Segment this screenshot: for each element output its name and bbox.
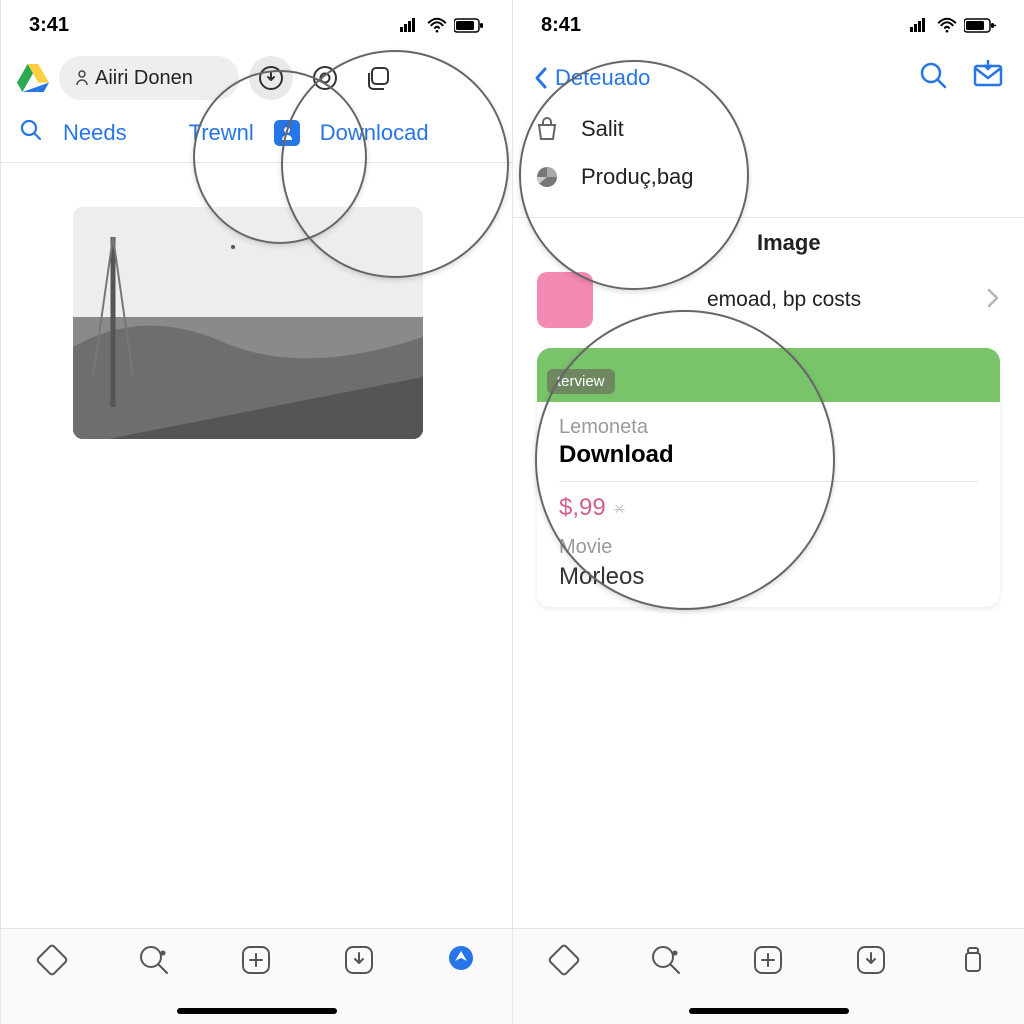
card-overline: Lemoneta [559, 416, 978, 439]
card-badge: terview [547, 369, 615, 394]
section-label: Image [733, 230, 1024, 256]
home-indicator [689, 1008, 849, 1014]
menu-label: Salit [581, 116, 624, 142]
person-mini-icon [75, 70, 89, 86]
download-circle-button[interactable] [249, 56, 293, 100]
back-button[interactable]: Deteuado [533, 65, 650, 91]
bottom-tab-bar [513, 928, 1024, 1024]
status-icons [400, 17, 484, 33]
cellular-signal-icon [910, 18, 930, 32]
row-text: emoad, bp costs [607, 288, 972, 312]
battery-icon [454, 18, 484, 33]
record-button[interactable] [303, 56, 347, 100]
nav-actions [918, 60, 1004, 95]
tab-home-icon[interactable] [547, 943, 581, 977]
image-thumbnail[interactable] [73, 207, 423, 439]
pie-chart-icon [533, 163, 561, 191]
card-title: Download [559, 441, 978, 469]
top-app-bar: Aiiri Donen [1, 50, 512, 110]
clock: 8:41 [541, 14, 581, 37]
tab-trewnl[interactable]: Trewnl [189, 120, 254, 146]
search-icon[interactable] [19, 118, 43, 148]
shopping-bag-icon [533, 115, 561, 143]
menu-item-salit[interactable]: Salit [533, 105, 1004, 153]
list-row[interactable]: emoad, bp costs [537, 272, 1000, 328]
secondary-tabs: Needs Trewnl Downlocad [1, 110, 512, 163]
tab-downloads-icon[interactable] [854, 943, 888, 977]
menu-item-produc[interactable]: Produç,bag [533, 153, 1004, 201]
row-thumbnail [537, 272, 593, 328]
chevron-left-icon [533, 66, 549, 90]
phone-right: 8:41 Deteuado [512, 0, 1024, 1024]
phone-left: 3:41 Aiiri Donen [0, 0, 512, 1024]
tab-location-active-icon[interactable] [444, 943, 478, 977]
tab-add-icon[interactable] [239, 943, 273, 977]
tab-add-icon[interactable] [751, 943, 785, 977]
contact-chip-icon [274, 120, 300, 146]
search-button[interactable] [918, 60, 948, 95]
tabs-icon [366, 65, 392, 91]
chevron-right-icon [986, 287, 1000, 314]
clock: 3:41 [29, 14, 69, 37]
tabs-button[interactable] [357, 56, 401, 100]
tab-needs[interactable]: Needs [63, 120, 127, 146]
mail-button[interactable] [972, 60, 1004, 95]
wifi-icon [426, 17, 448, 33]
record-icon [312, 65, 338, 91]
tab-search-icon[interactable] [137, 943, 171, 977]
status-icons [910, 17, 996, 33]
download-circle-icon [258, 65, 284, 91]
nav-bar: Deteuado [513, 50, 1024, 105]
back-label: Deteuado [555, 65, 650, 91]
card-strike-price: × [614, 499, 625, 519]
drive-icon[interactable] [17, 63, 49, 93]
tab-downloads-icon[interactable] [342, 943, 376, 977]
cellular-signal-icon [400, 18, 420, 32]
card-body: Lemoneta Download $,99 × Movie Morleos [537, 402, 1000, 607]
wifi-icon [936, 17, 958, 33]
status-bar: 3:41 [1, 0, 512, 50]
tab-jar-icon[interactable] [956, 943, 990, 977]
home-indicator [177, 1008, 337, 1014]
account-pill[interactable]: Aiiri Donen [59, 56, 239, 100]
divider [559, 481, 978, 482]
card-price: $,99 [559, 494, 606, 521]
tab-download[interactable]: Downlocad [320, 120, 429, 146]
menu-list: Salit Produç,bag [513, 105, 1024, 211]
card-overline2: Movie [559, 536, 978, 559]
status-bar: 8:41 [513, 0, 1024, 50]
card-header: terview [537, 348, 1000, 402]
bottom-tab-bar [1, 928, 512, 1024]
detail-card[interactable]: terview Lemoneta Download $,99 × Movie M… [537, 348, 1000, 607]
tab-search-icon[interactable] [649, 943, 683, 977]
tab-home-icon[interactable] [35, 943, 69, 977]
card-subtitle: Morleos [559, 563, 978, 591]
battery-icon [964, 18, 996, 33]
account-pill-label: Aiiri Donen [95, 67, 193, 90]
menu-label: Produç,bag [581, 164, 694, 190]
